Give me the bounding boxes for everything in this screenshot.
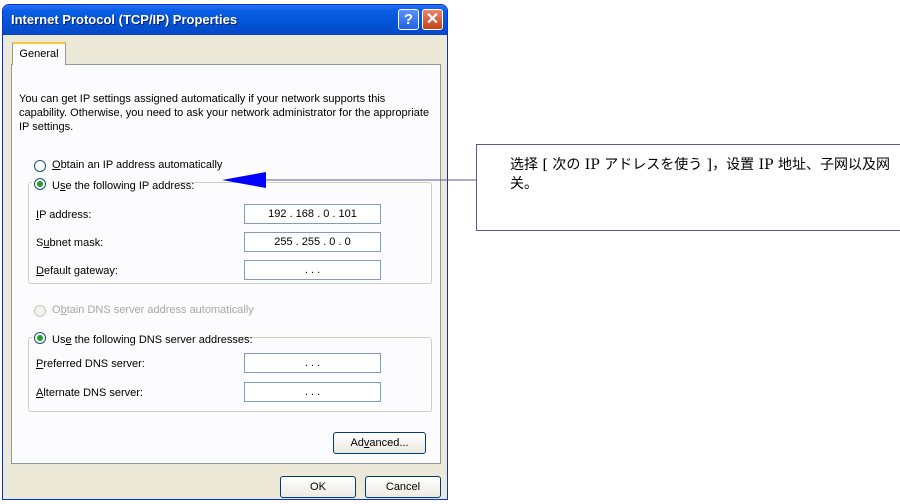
callout-arrow	[222, 172, 476, 188]
tab-general[interactable]: General	[12, 42, 66, 65]
callout-arrowhead	[222, 172, 266, 188]
